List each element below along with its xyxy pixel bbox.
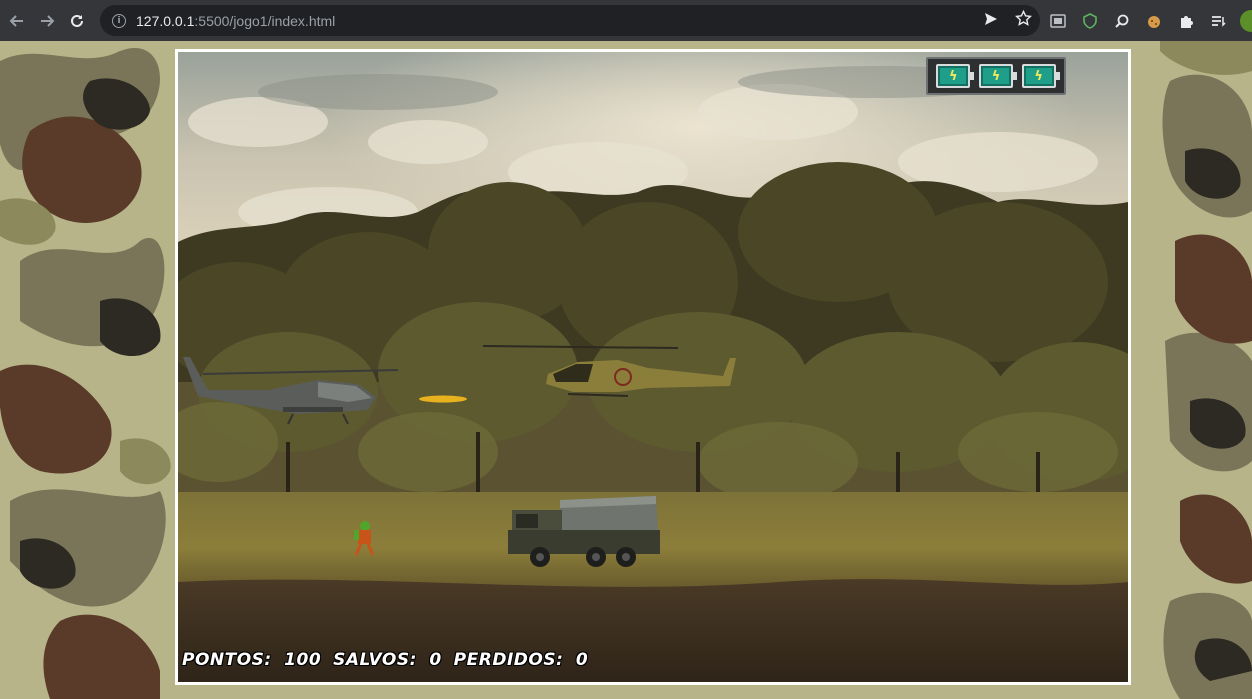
forward-arrow-icon[interactable] <box>34 8 60 34</box>
pontos-value: 100 <box>284 650 322 670</box>
pontos-label: PONTOS: <box>182 650 272 670</box>
lightning-icon: ϟ <box>991 68 1001 84</box>
page-viewport: ϟ ϟ ϟ PONTOS: 100 SALVOS: 0 PERDIDOS: 0 <box>0 41 1252 699</box>
game-scene <box>178 52 1128 682</box>
profile-avatar[interactable] <box>1240 10 1252 32</box>
url-path: :5500/jogo1/index.html <box>194 12 336 29</box>
url-text: 127.0.0.1:5500/jogo1/index.html <box>136 13 335 29</box>
tab-list-icon[interactable] <box>1208 11 1228 31</box>
site-info-icon[interactable]: i <box>112 13 126 28</box>
score-display: PONTOS: 100 SALVOS: 0 PERDIDOS: 0 <box>182 650 600 670</box>
lightning-icon: ϟ <box>1034 68 1043 84</box>
score-salvos: SALVOS: 0 <box>333 650 448 670</box>
energy-cell: ϟ <box>936 64 975 88</box>
energy-cell: ϟ <box>978 64 1017 88</box>
address-bar[interactable]: i 127.0.0.1:5500/jogo1/index.html <box>100 5 1040 36</box>
game-canvas[interactable]: ϟ ϟ ϟ PONTOS: 100 SALVOS: 0 PERDIDOS: 0 <box>175 49 1131 685</box>
cookie-extension-icon[interactable] <box>1144 11 1164 31</box>
send-icon[interactable] <box>983 11 999 31</box>
perdidos-label: PERDIDOS: <box>453 650 564 670</box>
missile <box>419 395 467 403</box>
score-pontos: PONTOS: 100 <box>182 650 327 670</box>
shield-extension-icon[interactable] <box>1080 11 1100 31</box>
bookmark-star-icon[interactable] <box>1014 9 1033 31</box>
salvos-label: SALVOS: <box>333 650 417 670</box>
browser-toolbar: i 127.0.0.1:5500/jogo1/index.html <box>0 0 1252 41</box>
lightning-icon: ϟ <box>949 68 958 84</box>
energy-cell: ϟ <box>1021 64 1060 88</box>
energy-meter: ϟ ϟ ϟ <box>926 57 1066 95</box>
search-extension-icon[interactable] <box>1112 11 1132 31</box>
perdidos-value: 0 <box>575 650 589 670</box>
image-extension-icon[interactable] <box>1048 11 1068 31</box>
salvos-value: 0 <box>429 650 442 670</box>
puzzle-extensions-icon[interactable] <box>1176 11 1196 31</box>
reload-icon[interactable] <box>64 8 90 34</box>
extensions-bar <box>1048 5 1228 36</box>
back-arrow-icon[interactable] <box>4 8 30 34</box>
score-perdidos: PERDIDOS: 0 <box>454 650 594 670</box>
url-host: 127.0.0.1 <box>136 12 195 29</box>
